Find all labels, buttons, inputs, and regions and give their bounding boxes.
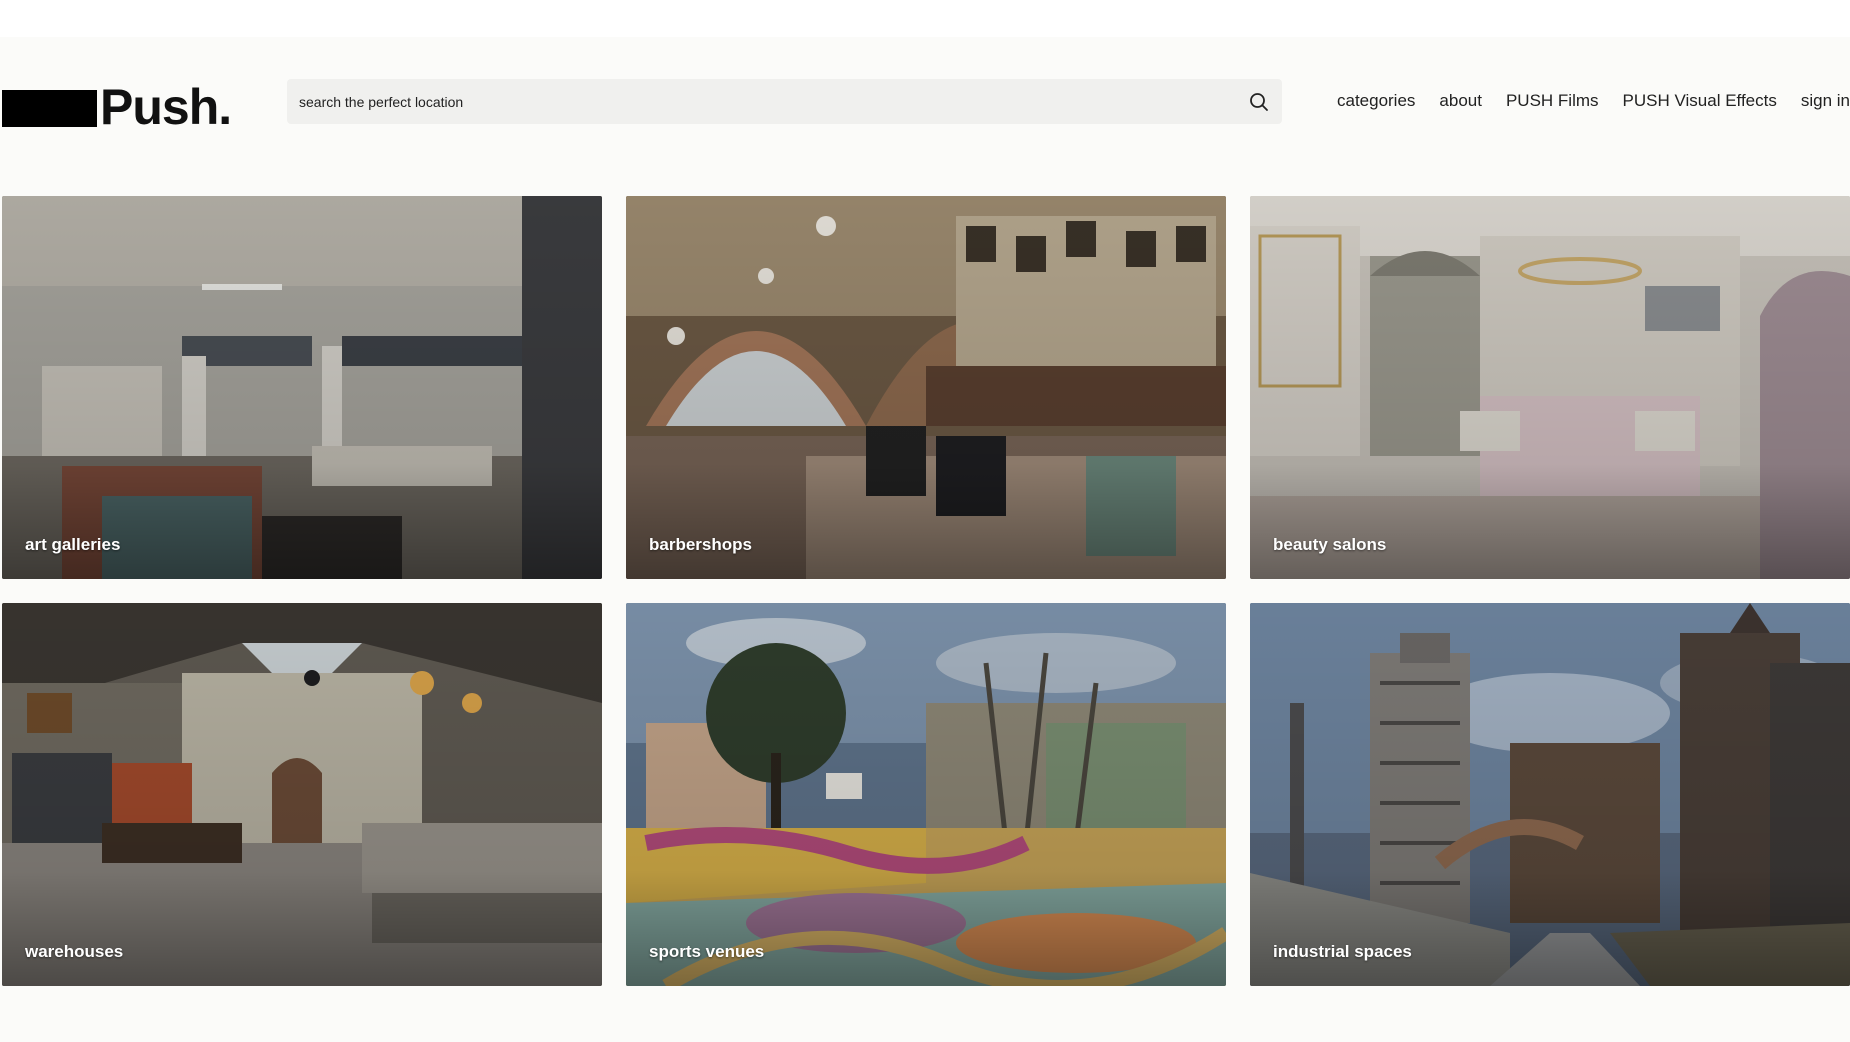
nav-categories[interactable]: categories — [1325, 91, 1427, 111]
nav-push-visual-effects[interactable]: PUSH Visual Effects — [1611, 91, 1789, 111]
category-card-sports-venues[interactable]: sports venues — [626, 603, 1226, 986]
category-label: sports venues — [649, 942, 765, 961]
category-label: warehouses — [25, 942, 124, 961]
category-grid: art galleries barbershops beauty salons … — [2, 196, 1850, 986]
page: Push. categories about PUSH Films PUSH V… — [0, 37, 1850, 1042]
logo[interactable]: Push. — [2, 77, 232, 137]
category-label: beauty salons — [1273, 535, 1387, 554]
logo-block — [2, 89, 97, 127]
category-label: barbershops — [649, 535, 752, 554]
category-label: industrial spaces — [1273, 942, 1412, 961]
top-nav: categories about PUSH Films PUSH Visual … — [1325, 91, 1850, 111]
logo-text: Push. — [100, 79, 232, 135]
nav-sign-in[interactable]: sign in — [1789, 91, 1850, 111]
category-label: art galleries — [25, 535, 121, 554]
category-card-beauty-salons[interactable]: beauty salons — [1250, 196, 1850, 579]
nav-push-films[interactable]: PUSH Films — [1494, 91, 1611, 111]
search-icon[interactable] — [1248, 91, 1270, 113]
category-card-art-galleries[interactable]: art galleries — [2, 196, 602, 579]
category-card-warehouses[interactable]: warehouses — [2, 603, 602, 986]
nav-about[interactable]: about — [1427, 91, 1494, 111]
search-input[interactable] — [299, 93, 1248, 110]
search-bar — [287, 79, 1282, 124]
category-card-barbershops[interactable]: barbershops — [626, 196, 1226, 579]
category-card-industrial-spaces[interactable]: industrial spaces — [1250, 603, 1850, 986]
